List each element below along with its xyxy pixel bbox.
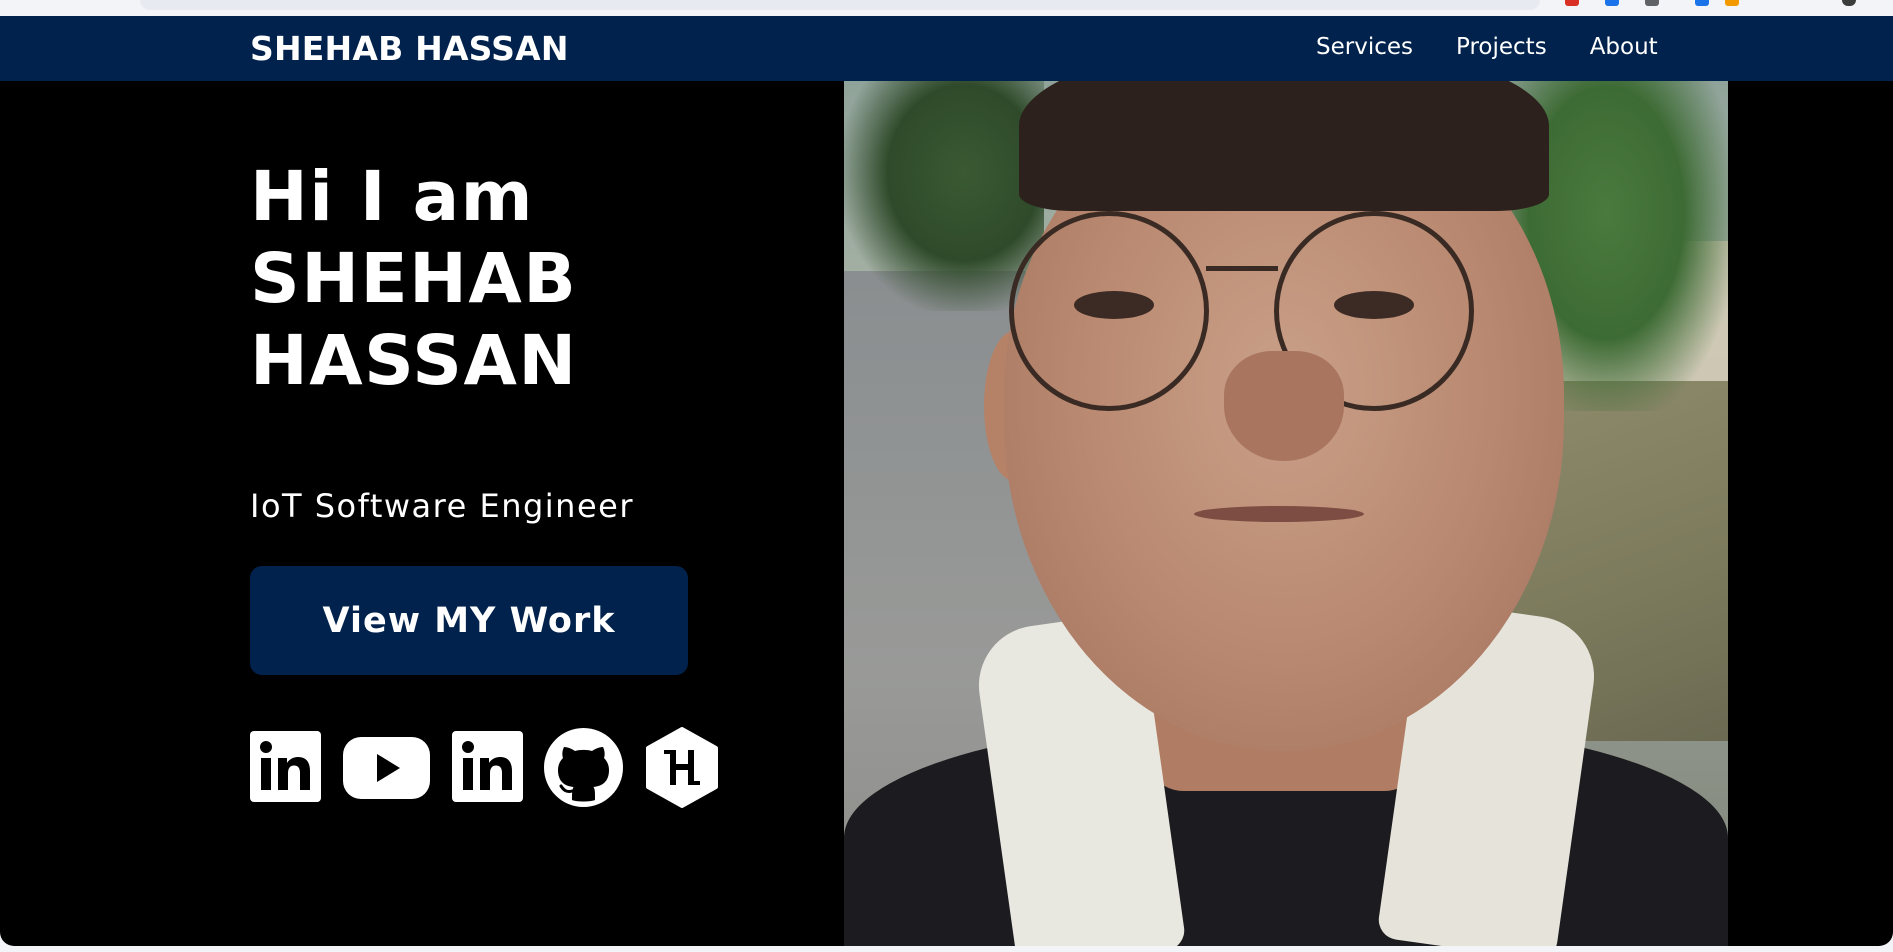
linkedin-icon[interactable] (452, 731, 523, 802)
hashnode-icon[interactable] (645, 727, 719, 808)
nav-projects-link[interactable]: Projects (1456, 34, 1547, 60)
hero-subtitle: IoT Software Engineer (250, 487, 634, 525)
brand-logo[interactable]: SHEHAB HASSAN (250, 29, 569, 68)
hero-title-line: SHEHAB (250, 239, 578, 319)
browser-chrome-strip (0, 0, 1893, 16)
portfolio-page: SHEHAB HASSAN Services Projects About Hi… (0, 16, 1893, 946)
extension-icon[interactable] (1725, 0, 1739, 6)
navbar: SHEHAB HASSAN Services Projects About (0, 16, 1893, 81)
youtube-icon[interactable] (343, 737, 430, 799)
profile-avatar[interactable] (1842, 0, 1856, 6)
view-my-work-button[interactable]: View MY Work (250, 566, 688, 675)
extension-icon[interactable] (1645, 0, 1659, 6)
nav-about-link[interactable]: About (1590, 34, 1658, 60)
extension-icon[interactable] (1565, 0, 1579, 6)
github-icon[interactable] (544, 728, 623, 807)
hero-title-line: HASSAN (250, 321, 578, 401)
linkedin-icon[interactable] (250, 731, 321, 802)
nav-services-link[interactable]: Services (1316, 34, 1413, 60)
profile-photo (844, 81, 1728, 946)
address-bar-edge[interactable] (140, 0, 1540, 10)
hero-title: Hi I am SHEHAB HASSAN (250, 156, 750, 402)
hero-title-line: Hi I am (250, 157, 535, 237)
extension-icon[interactable] (1605, 0, 1619, 6)
extension-icon[interactable] (1695, 0, 1709, 6)
nav-links: Services Projects About (1316, 34, 1658, 60)
